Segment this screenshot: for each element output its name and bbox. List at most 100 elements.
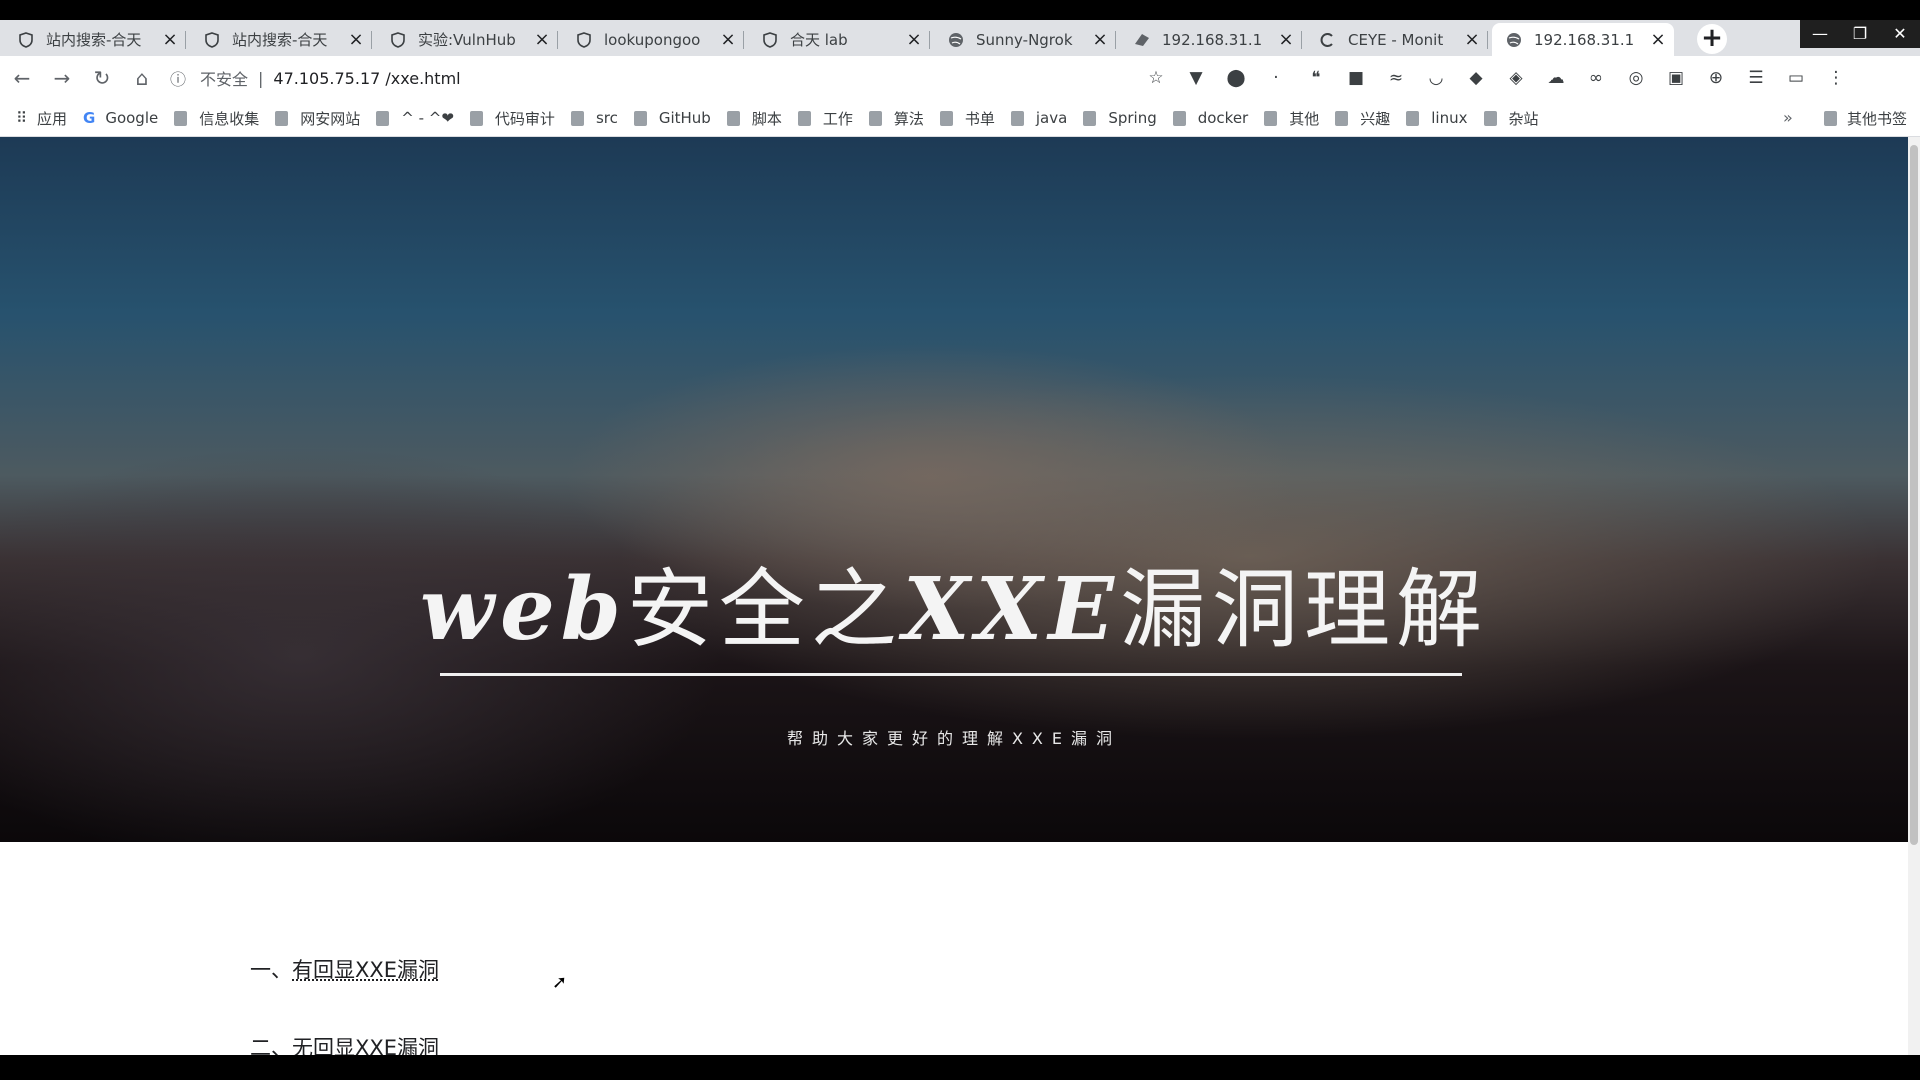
- tab[interactable]: Sunny-Ngrok ×: [934, 23, 1116, 56]
- close-icon[interactable]: ×: [534, 29, 550, 50]
- bookmark-folder[interactable]: 脚本: [726, 108, 782, 129]
- bookmark-label: docker: [1197, 109, 1249, 127]
- tab-title: 站内搜索-合天: [46, 31, 142, 49]
- bookmark-folder[interactable]: Spring: [1083, 109, 1157, 127]
- tab-active[interactable]: 192.168.31.1 ×: [1492, 23, 1674, 56]
- bookmark-label: java: [1035, 109, 1068, 127]
- other-bookmarks[interactable]: 其他书签: [1824, 100, 1907, 136]
- tab-title: 站内搜索-合天: [232, 31, 328, 49]
- bookmark-folder[interactable]: java: [1010, 109, 1068, 127]
- pocket-icon[interactable]: ◡: [1416, 68, 1456, 88]
- folder-icon: [376, 110, 390, 126]
- security-label: 不安全: [200, 70, 249, 89]
- toc-link[interactable]: 有回显XXE漏洞: [292, 958, 439, 982]
- address-bar[interactable]: ⓘ 不安全 | 47.105.75.17 /xxe.html: [170, 62, 461, 94]
- list-icon[interactable]: ☰: [1736, 68, 1776, 88]
- close-icon[interactable]: ×: [906, 29, 922, 50]
- shield-icon[interactable]: ◆: [1456, 68, 1496, 88]
- abp-icon[interactable]: ⬤: [1216, 68, 1256, 88]
- bookmark-google[interactable]: G Google: [83, 109, 158, 127]
- folder-icon: [726, 110, 740, 126]
- bookmark-folder[interactable]: ^ - ^❤: [376, 109, 454, 127]
- tab[interactable]: 合天 lab ×: [748, 23, 930, 56]
- wifi-icon[interactable]: ≈: [1376, 68, 1416, 88]
- back-button[interactable]: ←: [8, 64, 36, 92]
- quote-icon[interactable]: ❝: [1296, 68, 1336, 88]
- close-window-button[interactable]: ✕: [1880, 20, 1920, 48]
- bookmark-folder[interactable]: 其他: [1264, 108, 1319, 129]
- close-icon[interactable]: ×: [1464, 29, 1480, 50]
- tab-title: 实验:VulnHub: [418, 31, 516, 49]
- close-icon[interactable]: ×: [1278, 29, 1294, 50]
- tab-separator: [371, 31, 372, 49]
- close-icon[interactable]: ×: [1650, 29, 1666, 50]
- toc-index: 一、: [250, 958, 292, 982]
- page-scrollbar[interactable]: [1908, 137, 1920, 1055]
- bookmark-label: linux: [1431, 109, 1468, 127]
- folder-icon: [469, 110, 483, 126]
- close-icon[interactable]: ×: [348, 29, 364, 50]
- tab[interactable]: 站内搜索-合天 ×: [190, 23, 372, 56]
- toc-item[interactable]: 一、有回显XXE漏洞: [250, 954, 439, 984]
- tab[interactable]: lookupongoo ×: [562, 23, 744, 56]
- bookmark-folder[interactable]: 网安网站: [275, 108, 360, 129]
- tab[interactable]: 站内搜索-合天 ×: [4, 23, 186, 56]
- bookmark-folder[interactable]: 算法: [868, 108, 924, 129]
- extension-icon[interactable]: ·: [1256, 68, 1296, 88]
- bookmark-folder[interactable]: GitHub: [633, 109, 711, 127]
- menu-icon[interactable]: ⋮: [1816, 68, 1856, 88]
- bookmark-folder[interactable]: 工作: [797, 108, 853, 129]
- bookmark-apps[interactable]: ⠿ 应用: [16, 108, 67, 129]
- hero-title-suffix: 漏洞理解: [1119, 560, 1488, 660]
- extension-icon[interactable]: ▭: [1776, 68, 1816, 88]
- forward-button[interactable]: →: [48, 64, 76, 92]
- diamond-icon[interactable]: ◈: [1496, 68, 1536, 88]
- maximize-button[interactable]: ❐: [1840, 20, 1880, 48]
- close-icon[interactable]: ×: [720, 29, 736, 50]
- web-page: web安全之XXE漏洞理解 帮助大家更好的理解XXE漏洞 一、有回显XXE漏洞 …: [0, 137, 1920, 1055]
- folder-icon: [570, 110, 584, 126]
- bookmark-label: 信息收集: [199, 109, 260, 128]
- extension-icon[interactable]: ⊕: [1696, 68, 1736, 88]
- tab-title: Sunny-Ngrok: [976, 30, 1073, 49]
- shield-icon: [204, 31, 220, 48]
- bookmarks-overflow-button[interactable]: »: [1783, 100, 1793, 136]
- bookmark-label: 应用: [37, 109, 68, 128]
- bookmark-folder[interactable]: linux: [1406, 109, 1468, 127]
- other-bookmarks-label: 其他书签: [1847, 109, 1908, 128]
- cloud-icon[interactable]: ☁: [1536, 68, 1576, 88]
- toc-item[interactable]: 二、无回显XXE漏洞: [250, 1032, 439, 1055]
- shield-icon: [390, 31, 406, 48]
- star-icon[interactable]: ☆: [1136, 68, 1176, 88]
- vue-icon[interactable]: ▼: [1176, 68, 1216, 88]
- close-icon[interactable]: ×: [162, 29, 178, 50]
- home-icon: ⌂: [135, 66, 149, 90]
- swirl-icon[interactable]: ∞: [1576, 68, 1616, 88]
- ip-icon[interactable]: ◎: [1616, 68, 1656, 88]
- google-icon: G: [83, 109, 96, 127]
- reload-button[interactable]: ↻: [88, 64, 116, 92]
- minimize-button[interactable]: —: [1800, 20, 1840, 48]
- hero-title-key: XXE: [902, 559, 1120, 660]
- home-button[interactable]: ⌂: [128, 64, 156, 92]
- reload-icon: ↻: [93, 66, 111, 90]
- bookmark-folder[interactable]: src: [570, 109, 618, 127]
- tab[interactable]: 192.168.31.1 ×: [1120, 23, 1302, 56]
- hero-subtitle: 帮助大家更好的理解XXE漏洞: [786, 729, 1122, 748]
- tab[interactable]: 实验:VulnHub ×: [376, 23, 558, 56]
- folder-icon: [1264, 110, 1278, 126]
- bookmark-folder[interactable]: 杂站: [1483, 108, 1539, 129]
- bookmark-folder[interactable]: 书单: [939, 108, 995, 129]
- cube-icon[interactable]: ■: [1336, 68, 1376, 88]
- scrollbar-thumb[interactable]: [1910, 145, 1918, 845]
- bookmark-folder[interactable]: docker: [1172, 109, 1249, 127]
- close-icon[interactable]: ×: [1092, 29, 1108, 50]
- bookmark-folder[interactable]: 兴趣: [1335, 108, 1390, 129]
- toc-link[interactable]: 无回显XXE漏洞: [292, 1036, 439, 1055]
- extension-icon[interactable]: ▣: [1656, 68, 1696, 88]
- bookmark-folder[interactable]: 信息收集: [174, 108, 259, 129]
- arrow-left-icon: ←: [13, 66, 31, 90]
- new-tab-button[interactable]: +: [1697, 24, 1727, 54]
- tab[interactable]: CEYE - Monit ×: [1306, 23, 1488, 56]
- bookmark-folder[interactable]: 代码审计: [469, 108, 555, 129]
